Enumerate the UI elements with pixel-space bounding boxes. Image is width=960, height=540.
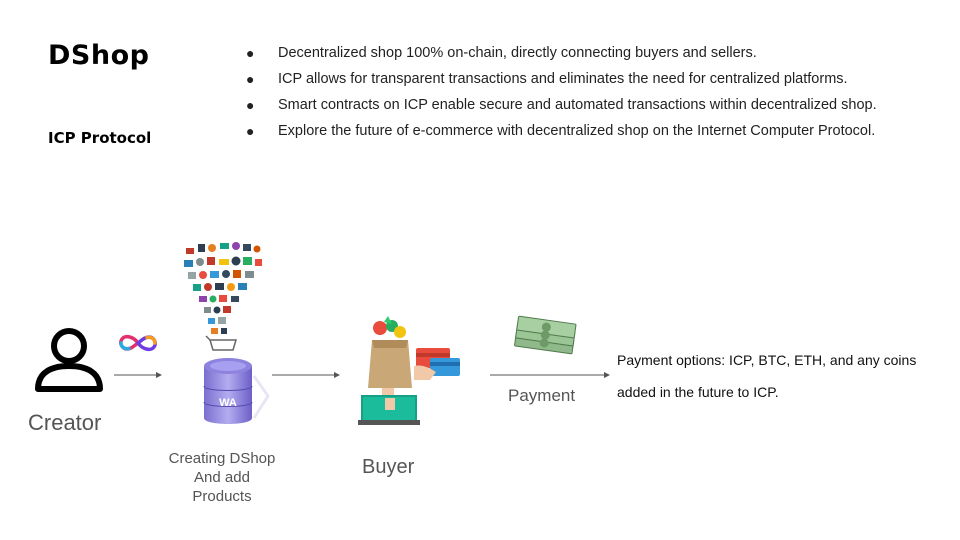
bullet-icon: ● <box>246 123 255 139</box>
flow-arrow <box>490 372 610 378</box>
bullet-item: ● ICP allows for transparent transactions… <box>244 66 944 92</box>
flow-arrow <box>114 372 162 378</box>
bullet-text: Smart contracts on ICP enable secure and… <box>278 97 877 113</box>
shopping-bag-icon <box>358 316 420 425</box>
bullet-item: ● Smart contracts on ICP enable secure an… <box>244 92 944 118</box>
products-funnel-icon <box>184 242 262 351</box>
creating-dshop-label: Creating DShop And add Products <box>158 449 286 506</box>
bullet-icon: ● <box>246 97 255 113</box>
payment-options-text: Payment options: ICP, BTC, ETH, and any … <box>617 352 917 400</box>
page-title: DShop <box>48 40 150 71</box>
cash-icon <box>514 315 577 355</box>
credit-card-hand-icon <box>414 348 460 380</box>
database-badge: WA <box>219 397 237 409</box>
database-icon <box>203 358 270 424</box>
payment-label: Payment <box>508 386 576 405</box>
creating-label-line: And add <box>194 469 250 486</box>
user-icon <box>35 328 103 392</box>
bullet-text: ICP allows for transparent transactions … <box>278 71 848 87</box>
creating-label-line: Creating DShop <box>168 450 276 467</box>
bullet-item: ● Decentralized shop 100% on-chain, direc… <box>244 40 944 66</box>
bullet-icon: ● <box>246 71 255 87</box>
bullet-text: Decentralized shop 100% on-chain, direct… <box>278 45 757 61</box>
creator-label: Creator <box>28 410 102 435</box>
bullet-list: ● Decentralized shop 100% on-chain, direc… <box>244 40 944 144</box>
bullet-icon: ● <box>246 45 255 61</box>
page-subtitle: ICP Protocol <box>48 129 152 147</box>
bullet-item: ● Explore the future of e-commerce with d… <box>244 118 944 144</box>
buyer-label: Buyer <box>362 456 415 478</box>
infinity-logo-icon <box>119 334 157 352</box>
creating-label-line: Products <box>192 488 252 505</box>
flow-arrow <box>272 372 340 378</box>
bullet-text: Explore the future of e-commerce with de… <box>278 123 876 139</box>
